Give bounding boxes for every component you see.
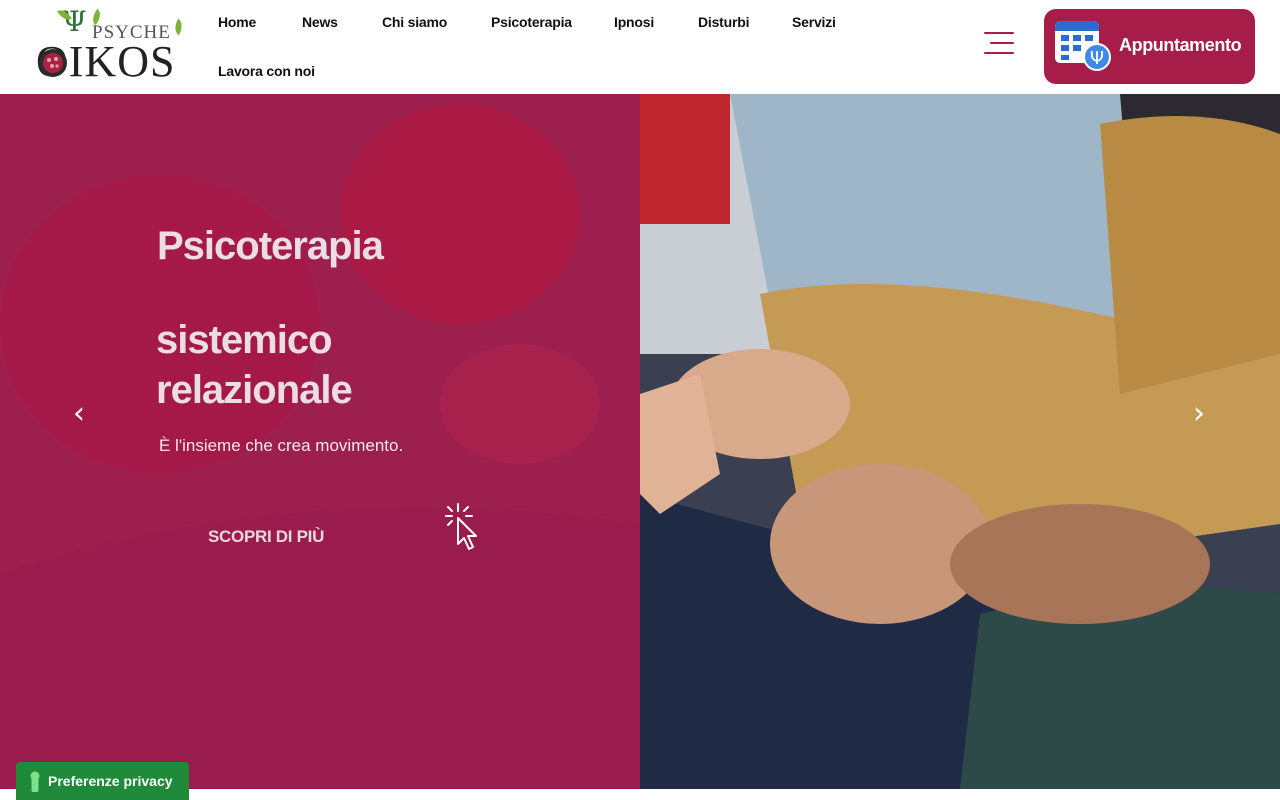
nav-home[interactable]: Home (218, 14, 256, 30)
click-cursor-icon[interactable] (442, 502, 490, 560)
nav-disturbi[interactable]: Disturbi (698, 14, 749, 30)
slider-prev-arrow[interactable]: ‹ (64, 396, 94, 432)
calendar-psi-icon: Ψ (1055, 21, 1111, 71)
slider-next-arrow[interactable]: › (1184, 396, 1214, 432)
leaf-icon (171, 18, 186, 36)
hero-tagline: È l'insieme che crea movimento. (159, 436, 404, 455)
keyhole-icon (30, 771, 40, 792)
site-header: Ψ PSYCHE OIKOS Home News Chi siamo Psico… (0, 0, 1280, 94)
hero-subtitle-line-1: sistemico (156, 318, 333, 362)
appointment-button[interactable]: Ψ Appuntamento (1044, 9, 1255, 84)
hero-subtitle-line-2: relazionale (156, 368, 353, 412)
site-logo[interactable]: Ψ PSYCHE OIKOS (36, 6, 186, 84)
hamburger-menu-icon[interactable] (984, 32, 1014, 54)
nav-chi-siamo[interactable]: Chi siamo (382, 14, 447, 30)
hero-slider: Psicoterapia sistemico relazionale È l'i… (0, 94, 1280, 789)
privacy-preferences-label: Preferenze privacy (48, 773, 173, 789)
nav-lavora-con-noi[interactable]: Lavora con noi (218, 63, 315, 79)
nav-news[interactable]: News (302, 14, 338, 30)
appointment-button-label: Appuntamento (1119, 35, 1242, 55)
nav-servizi[interactable]: Servizi (792, 14, 836, 30)
nav-ipnosi[interactable]: Ipnosi (614, 14, 654, 30)
scopri-di-piu-button[interactable]: SCOPRI DI PIÙ (208, 527, 324, 547)
privacy-preferences-button[interactable]: Preferenze privacy (16, 762, 189, 800)
hero-title: Psicoterapia (157, 224, 384, 268)
nav-psicoterapia[interactable]: Psicoterapia (491, 14, 572, 30)
pomegranate-icon (39, 49, 67, 77)
svg-text:Ψ: Ψ (1090, 48, 1104, 69)
